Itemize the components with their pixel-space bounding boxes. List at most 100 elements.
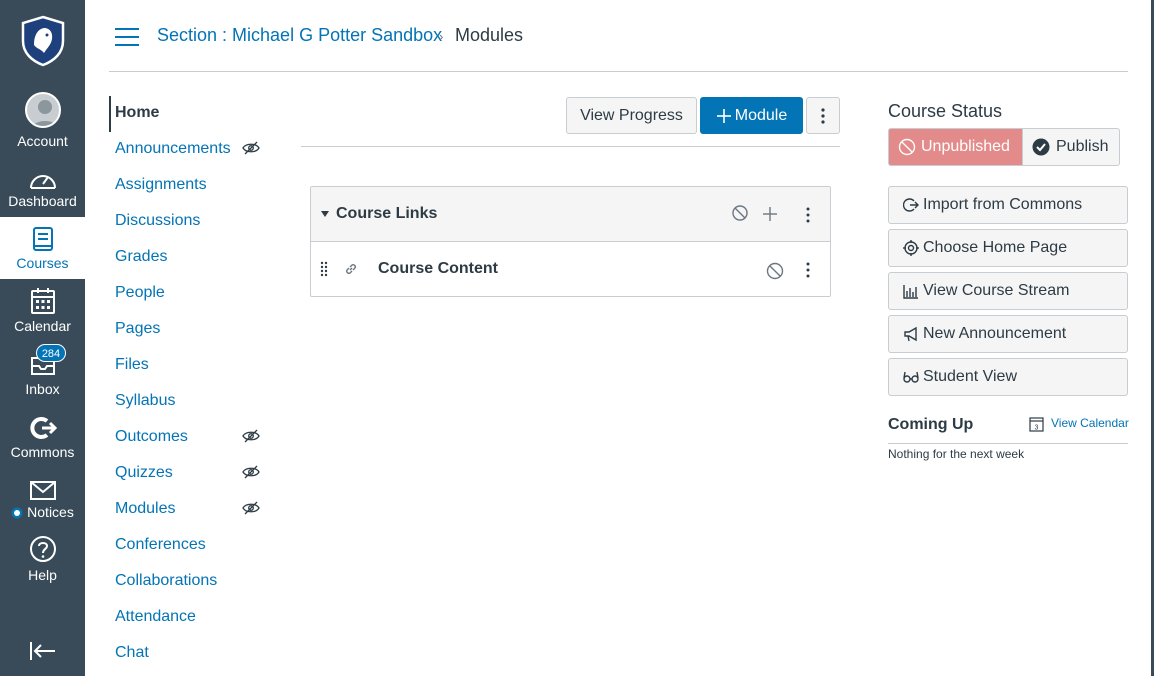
module-item-title[interactable]: Course Content <box>378 260 498 278</box>
account-label: Account <box>17 133 68 149</box>
avatar <box>25 92 61 128</box>
book-icon <box>33 227 53 251</box>
hidden-from-students-eye-icon <box>242 501 260 515</box>
envelope-icon <box>30 481 56 500</box>
course-nav-announcements[interactable]: Announcements <box>115 140 231 158</box>
course-nav-grades[interactable]: Grades <box>115 248 167 266</box>
inbox-label: Inbox <box>25 381 60 397</box>
collapse-nav-icon[interactable] <box>29 640 57 662</box>
course-nav-home[interactable]: Home <box>115 104 159 122</box>
unpublished-icon[interactable] <box>766 262 784 280</box>
global-nav-commons[interactable]: Commons <box>0 413 85 463</box>
global-nav-dashboard[interactable]: Dashboard <box>0 166 85 216</box>
notices-label: Notices <box>27 504 74 520</box>
course-nav-syllabus[interactable]: Syllabus <box>115 392 175 410</box>
course-nav-modules[interactable]: Modules <box>115 500 175 518</box>
commons-icon <box>30 417 58 439</box>
global-nav-account[interactable]: Account <box>0 92 85 152</box>
calendar-day-number: 3 <box>1035 425 1039 432</box>
add-module-button[interactable]: Module <box>700 97 803 134</box>
global-nav-notices[interactable]: Notices <box>0 476 85 526</box>
global-nav-help[interactable]: Help <box>0 535 85 585</box>
add-item-plus-icon[interactable] <box>762 206 778 222</box>
course-nav-conferences[interactable]: Conferences <box>115 536 206 554</box>
course-nav-assignments[interactable]: Assignments <box>115 176 207 194</box>
choose-home-page-button[interactable]: Choose Home Page <box>888 229 1128 267</box>
breadcrumb-current: Modules <box>455 25 524 45</box>
coming-up-divider <box>888 443 1128 444</box>
publish-button[interactable]: Publish <box>1022 128 1120 166</box>
view-course-stream-button[interactable]: View Course Stream <box>888 272 1128 310</box>
course-nav-chat[interactable]: Chat <box>115 644 149 662</box>
coming-up-heading: Coming Up <box>888 416 974 433</box>
calendar-label: Calendar <box>14 318 71 334</box>
module-title: Course Links <box>336 205 438 222</box>
student-view-button[interactable]: Student View <box>888 358 1128 396</box>
global-nav-calendar[interactable]: Calendar <box>0 286 85 338</box>
glasses-icon <box>903 371 919 383</box>
megaphone-icon <box>904 326 917 342</box>
hidden-from-students-eye-icon <box>242 141 260 155</box>
course-nav-discussions[interactable]: Discussions <box>115 212 200 230</box>
modules-options-button[interactable] <box>806 97 840 134</box>
hidden-from-students-eye-icon <box>242 465 260 479</box>
unpublished-button[interactable]: Unpublished <box>888 128 1023 166</box>
unpublished-icon <box>898 138 916 156</box>
global-nav: Account Dashboard Courses Calendar Inbox… <box>0 0 85 676</box>
course-nav-collaborations[interactable]: Collaborations <box>115 572 217 590</box>
course-nav-outcomes[interactable]: Outcomes <box>115 428 188 446</box>
commons-label: Commons <box>10 444 75 460</box>
course-nav-pages[interactable]: Pages <box>115 320 160 338</box>
course-nav-quizzes[interactable]: Quizzes <box>115 464 173 482</box>
coming-up-empty-message: Nothing for the next week <box>888 447 1025 461</box>
module-kebab-menu-icon[interactable] <box>806 207 810 223</box>
inbox-unread-badge: 284 <box>36 344 66 362</box>
new-announcement-label: New Announcement <box>923 325 1067 342</box>
module-header[interactable]: Course Links <box>311 187 830 242</box>
dashboard-icon <box>30 175 56 189</box>
course-menu-toggle-button[interactable] <box>115 26 139 46</box>
new-announcement-button[interactable]: New Announcement <box>888 315 1128 353</box>
global-nav-courses[interactable]: Courses <box>0 222 85 278</box>
item-kebab-menu-icon[interactable] <box>806 262 810 278</box>
unpublished-icon[interactable] <box>732 205 748 221</box>
hidden-from-students-eye-icon <box>242 429 260 443</box>
header-divider <box>109 71 1128 72</box>
collapse-caret-icon[interactable] <box>321 211 329 217</box>
target-icon <box>903 240 919 256</box>
help-label: Help <box>28 567 57 583</box>
breadcrumb-separator: › <box>439 29 444 44</box>
course-status-heading: Course Status <box>888 101 1003 121</box>
plus-icon <box>716 108 731 123</box>
toolbar-divider <box>301 146 840 147</box>
courses-label: Courses <box>16 255 69 271</box>
link-icon <box>346 264 356 274</box>
dashboard-label: Dashboard <box>8 193 77 209</box>
view-calendar-link[interactable]: View Calendar <box>1051 416 1129 430</box>
unpublished-label: Unpublished <box>921 138 1010 155</box>
canvas-app: Account Dashboard Courses Calendar Inbox… <box>0 0 1154 676</box>
view-course-stream-label: View Course Stream <box>923 282 1070 299</box>
calendar-icon <box>31 288 55 314</box>
add-module-label: Module <box>734 106 788 124</box>
course-nav-people[interactable]: People <box>115 284 165 302</box>
drag-handle-icon[interactable] <box>320 261 328 277</box>
module-course-links: Course Links Course Content <box>310 186 831 297</box>
view-progress-label: View Progress <box>580 106 683 124</box>
breadcrumb-section-link[interactable]: Section : Michael G Potter Sandbox <box>157 25 442 46</box>
psu-shield-logo-icon[interactable] <box>20 15 66 67</box>
import-from-commons-button[interactable]: Import from Commons <box>888 186 1128 224</box>
stream-icon <box>903 285 918 299</box>
course-nav-active-indicator <box>109 96 111 132</box>
view-progress-button[interactable]: View Progress <box>566 97 697 134</box>
choose-home-page-label: Choose Home Page <box>923 239 1068 256</box>
course-nav-attendance[interactable]: Attendance <box>115 608 196 626</box>
import-from-commons-label: Import from Commons <box>923 196 1083 213</box>
import-icon <box>903 198 919 212</box>
help-icon <box>30 536 56 562</box>
student-view-label: Student View <box>923 368 1017 385</box>
course-nav-files[interactable]: Files <box>115 356 149 374</box>
kebab-menu-icon <box>821 107 825 124</box>
check-circle-icon <box>1032 138 1050 156</box>
calendar-day-icon[interactable]: 3 <box>1029 416 1044 432</box>
